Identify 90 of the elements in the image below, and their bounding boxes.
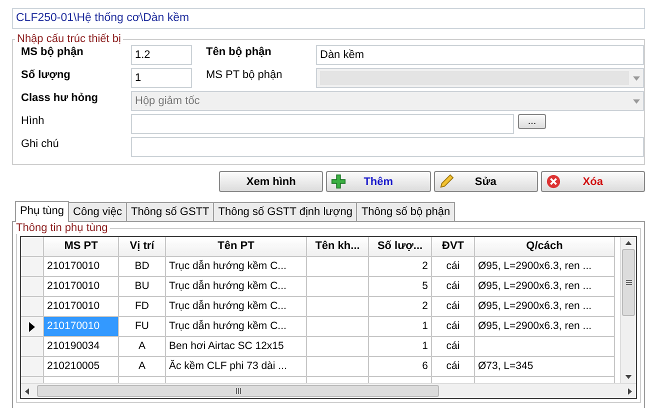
table-cell: BU [119,277,166,297]
column-header[interactable]: ĐVT [432,237,475,257]
column-header[interactable]: Vị trí [119,237,166,257]
scroll-thumb[interactable] [622,249,635,316]
table-cell [307,257,369,277]
action-button[interactable]: Thêm [326,171,430,192]
column-header[interactable]: Tên kh... [307,237,369,257]
browse-button[interactable]: ... [518,114,546,129]
plus-icon [331,174,346,189]
table-cell [307,277,369,297]
column-header[interactable]: Q/cách [475,237,615,257]
path-field: CLF250-01\Hệ thống cơ\Dàn kềm [12,8,645,29]
table-cell: 1 [369,337,432,357]
table-cell: BD [119,257,166,277]
table-cell: cái [432,317,475,337]
column-header[interactable]: Tên PT [166,237,307,257]
table-cell: A [119,337,166,357]
tab[interactable]: Thông số GSTT [126,202,214,221]
table-cell [307,297,369,317]
dropdown-arrow-icon [633,98,640,104]
table-cell: Trục dẫn hướng kềm C... [166,257,307,277]
table-cell [307,357,369,377]
table-cell: FD [119,297,166,317]
column-header[interactable]: MS PT [44,237,119,257]
cancel-icon [546,174,561,189]
table-cell: Ø95, L=2900x6.3, ren ... [475,297,615,317]
pencil-icon [438,174,454,189]
table-cell: 210170010 [44,257,119,277]
input-field[interactable]: Dàn kềm [316,45,644,65]
table-cell: Ăc kềm CLF phi 73 dài ... [166,357,307,377]
corner-header [21,237,44,257]
tab[interactable]: Phụ tùng [15,201,70,222]
table-cell: cái [432,357,475,377]
field-label: Tên bộ phận [206,45,272,58]
table-cell: Trục dẫn hướng kềm C... [166,297,307,317]
group-title: Nhập cấu trúc thiết bị [16,33,122,45]
field-label: MS PT bộ phận [206,68,284,81]
tab[interactable]: Thông số bộ phận [356,202,456,221]
table-cell: 2 [369,257,432,277]
grip-icon [236,388,240,394]
action-button[interactable]: Xóa [540,171,645,192]
group-title: Thông tin phụ tùng [15,222,109,234]
vertical-scrollbar[interactable] [620,237,636,383]
input-field[interactable] [131,137,644,157]
input-field[interactable]: 1 [131,68,192,88]
input-field[interactable] [131,114,514,134]
table-cell: Ø95, L=2900x6.3, ren ... [475,317,615,337]
table-cell: Trục dẫn hướng kềm C... [166,317,307,337]
table-cell: 5 [369,277,432,297]
field-label: MS bộ phận [21,45,84,58]
input-field[interactable]: 1.2 [131,45,192,65]
table-cell: Ø73, L=345 [475,357,615,377]
row-pointer-icon [29,322,35,332]
table-cell: 210190034 [44,337,119,357]
table-cell: 210170010 [44,317,119,337]
table-cell [307,317,369,337]
field-label: Class hư hỏng [21,91,100,104]
scroll-right-icon [628,388,632,394]
scroll-left-icon [25,388,29,394]
table-cell: cái [432,277,475,297]
table-cell: Ø95, L=2900x6.3, ren ... [475,277,615,297]
table-cell: Trục dẫn hướng kềm C... [166,277,307,297]
table-cell: A [119,357,166,377]
scroll-down-icon [625,375,632,379]
table-cell: cái [432,337,475,357]
dropdown-arrow-icon [633,76,640,80]
table-cell: FU [119,317,166,337]
table-cell: 2 [369,297,432,317]
field-label: Số lượng [21,68,72,81]
table-cell: 1 [369,317,432,337]
tab[interactable]: Thông số GSTT định lượng [213,202,358,221]
field-label: Hình [21,114,46,127]
tab[interactable]: Công việc [68,202,127,221]
column-header[interactable]: Số lượ... [369,237,432,257]
action-button[interactable]: Xem hình [219,171,324,192]
table-cell: 210210005 [44,357,119,377]
row-header[interactable] [21,317,44,337]
table-cell: Ben hơi Airtac SC 12x15 [166,337,307,357]
table-cell: Ø95, L=2900x6.3, ren ... [475,257,615,277]
field-label: Ghi chú [21,137,60,150]
scroll-up-icon [625,241,632,245]
table-cell: cái [432,257,475,277]
grip-icon [626,280,632,285]
table-cell: 6 [369,357,432,377]
horizontal-scrollbar[interactable] [21,383,636,398]
scroll-thumb[interactable] [37,385,439,397]
action-button[interactable]: Sửa [434,171,538,192]
table-cell [307,337,369,357]
table-cell: 210170010 [44,277,119,297]
table-cell: cái [432,297,475,317]
